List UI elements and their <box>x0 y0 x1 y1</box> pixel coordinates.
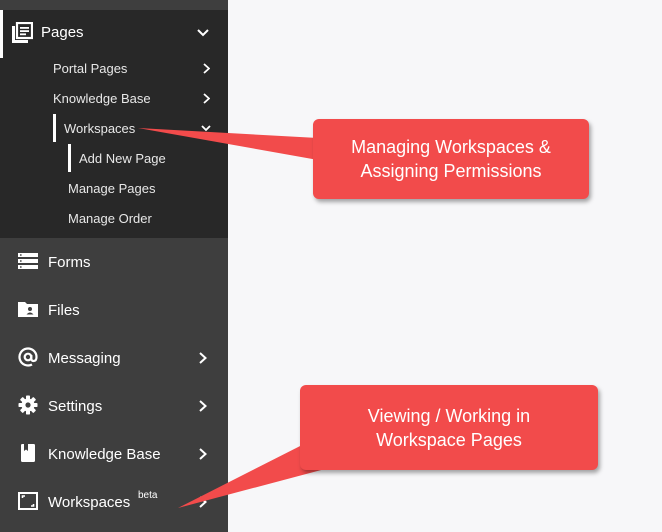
callout-viewing-workspace-pages: Viewing / Working in Workspace Pages <box>300 385 598 470</box>
callout-managing-workspaces: Managing Workspaces & Assigning Permissi… <box>313 119 589 199</box>
callout-text: Managing Workspaces & Assigning Permissi… <box>351 137 551 181</box>
callout-text: Viewing / Working in Workspace Pages <box>367 405 531 450</box>
callout-pointer-managing <box>138 128 318 160</box>
